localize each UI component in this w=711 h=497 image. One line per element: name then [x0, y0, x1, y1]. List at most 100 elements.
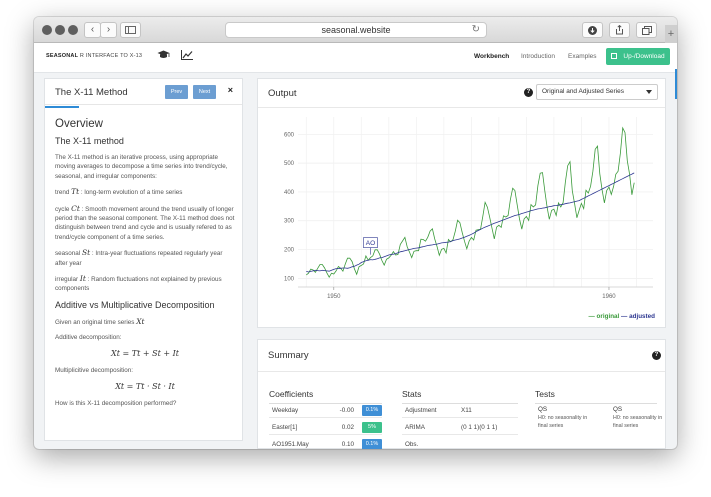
- coef-name: Easter[1]: [272, 424, 298, 431]
- tabs-overview-button[interactable]: [636, 22, 657, 38]
- coef-name: Weekday: [272, 407, 299, 414]
- tour-title: The X-11 Method: [55, 87, 128, 98]
- row-divider: [269, 417, 382, 418]
- share-icon: [616, 24, 623, 35]
- chart-grid: [298, 117, 653, 288]
- stat-key: Obs.: [405, 441, 419, 448]
- cycle-item: cycle Ct : Smooth movement around the tr…: [55, 204, 235, 243]
- tests-heading: Tests: [535, 389, 555, 399]
- seasonal-symbol: St: [81, 248, 91, 258]
- ao-label: AO: [366, 240, 375, 247]
- line-chart-icon[interactable]: [181, 50, 193, 63]
- up-download-button[interactable]: Up-/Download: [606, 48, 670, 65]
- multiplicative-label: Multiplicitive decomposition:: [55, 367, 134, 375]
- cycle-word: cycle: [55, 205, 70, 213]
- seasonal-desc: : Intra-year fluctuations repeated regul…: [55, 250, 223, 267]
- stat-key: Adjustment: [405, 407, 437, 414]
- irregular-symbol: It: [79, 274, 86, 284]
- back-button[interactable]: ‹: [84, 22, 101, 38]
- irregular-item: irregular It : Random fluctuations not e…: [55, 274, 235, 294]
- coef-pvalue-badge: 0.1%: [362, 439, 382, 449]
- downloads-button[interactable]: [582, 22, 603, 38]
- coef-name: AO1951.May: [272, 441, 309, 448]
- stat-value: X11: [461, 407, 472, 414]
- test-qs-2: QS H0: no seasonality in final series: [613, 406, 665, 430]
- share-button[interactable]: [609, 22, 630, 38]
- brand-name: SEASONAL: [46, 53, 79, 59]
- sidebar-icon: [125, 26, 136, 34]
- nav-examples[interactable]: Examples: [568, 53, 597, 60]
- additive-label: Additive decomposition:: [55, 334, 122, 342]
- y-tick-label: 200: [284, 248, 295, 254]
- coefficients-heading: Coefficients: [269, 389, 314, 399]
- reload-icon[interactable]: ↻: [472, 23, 480, 37]
- minimize-window-icon[interactable]: [55, 25, 65, 35]
- new-tab-button[interactable]: +: [665, 25, 677, 43]
- output-title: Output: [268, 88, 297, 99]
- close-window-icon[interactable]: [42, 25, 52, 35]
- coef-value: 0.02: [341, 424, 354, 431]
- series-chart[interactable]: 100 200 300 400 500 600 1950 1960 AO: [258, 109, 665, 309]
- trend-word: trend: [55, 189, 70, 197]
- stat-value: (0 1 1)(0 1 1): [461, 424, 498, 431]
- output-help-icon[interactable]: ?: [524, 88, 533, 97]
- test-qs-1: QS H0: no seasonality in final series: [538, 406, 590, 430]
- legend-adjusted: — adjusted: [621, 313, 655, 320]
- brand[interactable]: SEASONAL R INTERFACE TO X-13: [46, 53, 142, 59]
- test-name: QS: [613, 406, 623, 413]
- tour-panel: The X-11 Method Prev Next × Overview The…: [44, 78, 243, 441]
- nav-introduction[interactable]: Introduction: [521, 53, 555, 60]
- zoom-window-icon[interactable]: [68, 25, 78, 35]
- coefficients-rule: [269, 403, 382, 404]
- row-divider: [402, 417, 518, 418]
- coef-pvalue-badge: 5%: [362, 422, 382, 433]
- output-divider: [258, 107, 665, 108]
- output-panel: Output ? Original and Adjusted Series 10…: [257, 78, 666, 328]
- nav-workbench[interactable]: Workbench: [474, 53, 509, 60]
- sidebar-toggle-button[interactable]: [120, 22, 141, 38]
- seasonal-item: seasonal St : Intra-year fluctuations re…: [55, 248, 235, 268]
- cycle-symbol: Ct: [71, 203, 80, 213]
- legend-original: — original: [588, 313, 620, 320]
- stat-key: ARIMA: [405, 424, 425, 431]
- tests-rule: [535, 403, 657, 404]
- test-desc: H0: no seasonality in final series: [538, 415, 588, 429]
- trend-desc: : long-term evolution of a time series: [80, 189, 183, 197]
- ao-annotation: AO: [363, 237, 378, 255]
- download-icon: [588, 26, 597, 35]
- stats-rule: [402, 403, 518, 404]
- series-line-adjusted: [306, 172, 635, 273]
- tour-content: Overview The X-11 method The X-11 method…: [55, 117, 235, 437]
- address-bar[interactable]: seasonal.website ↻: [225, 22, 487, 38]
- up-download-label: Up-/Download: [623, 53, 665, 60]
- x11-question: How is this X-11 decomposition performed…: [55, 399, 177, 407]
- browser-window: ‹ › seasonal.website ↻ + SEASONAL R INTE…: [34, 17, 677, 449]
- view-select[interactable]: Original and Adjusted Series: [536, 84, 658, 100]
- summary-title: Summary: [268, 350, 309, 361]
- given-label: Given an original time series: [55, 318, 135, 326]
- tour-header: The X-11 Method Prev Next ×: [45, 79, 242, 105]
- brand-tagline: R INTERFACE TO X-13: [79, 53, 143, 59]
- series-line-original: [306, 126, 635, 279]
- summary-panel: Summary ? Coefficients Weekday -0.00 0.1…: [257, 339, 666, 449]
- stats-heading: Stats: [402, 389, 422, 399]
- close-tour-icon[interactable]: ×: [228, 85, 233, 95]
- x-tick-label: 1950: [327, 294, 341, 300]
- y-axis-ticks: 100 200 300 400 500 600: [284, 132, 295, 282]
- trend-symbol: Tt: [71, 187, 80, 197]
- view-select-value: Original and Adjusted Series: [542, 88, 625, 95]
- chart-legend: — original — adjusted: [589, 313, 656, 320]
- test-desc: H0: no seasonality in final series: [613, 415, 663, 429]
- overview-heading: Overview: [55, 118, 103, 130]
- coef-pvalue-badge: 0.1%: [362, 405, 382, 416]
- graduation-cap-icon[interactable]: [157, 50, 170, 63]
- next-button[interactable]: Next: [193, 85, 216, 99]
- additive-equation: Xt = Tt + St + It: [111, 348, 179, 358]
- forward-button[interactable]: ›: [100, 22, 117, 38]
- summary-help-icon[interactable]: ?: [652, 351, 661, 360]
- y-tick-label: 400: [284, 190, 295, 196]
- browser-titlebar: ‹ › seasonal.website ↻ +: [34, 17, 677, 43]
- prev-button[interactable]: Prev: [165, 85, 188, 99]
- summary-divider: [258, 371, 665, 372]
- x-tick-label: 1960: [602, 294, 616, 300]
